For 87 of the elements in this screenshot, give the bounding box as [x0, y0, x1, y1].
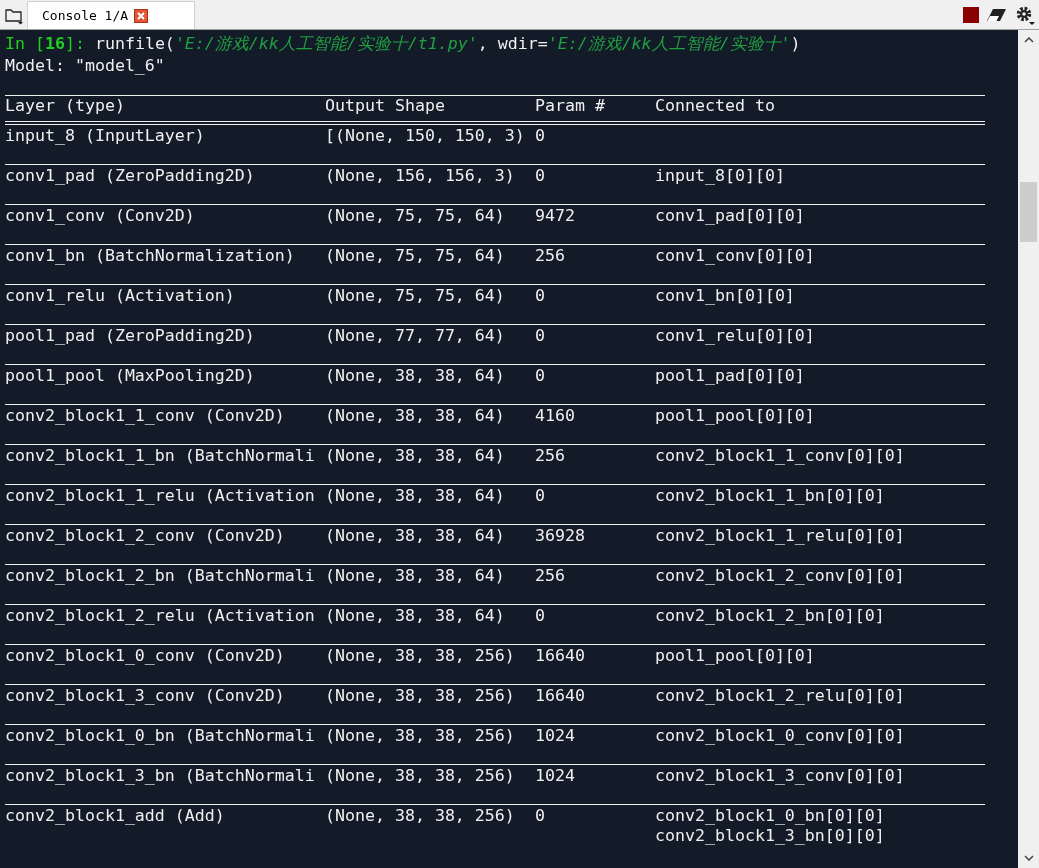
table-cell-text: (None, 38, 38, 256): [325, 766, 516, 786]
table-cell-text: 0: [535, 366, 546, 386]
console-tab[interactable]: Console 1/A: [27, 1, 195, 29]
table-cell-text: conv1_pad (ZeroPadding2D): [5, 166, 256, 186]
table-cell-text: conv2_block1_0_conv (Conv2D): [5, 646, 286, 666]
table-cell-text: (None, 38, 38, 64): [325, 606, 506, 626]
table-cell-text: conv2_block1_2_conv (Conv2D): [5, 526, 286, 546]
table-cell-text: (None, 38, 38, 64): [325, 566, 506, 586]
table-cell-text: 16640: [535, 646, 586, 666]
table-cell-text: input_8 (InputLayer): [5, 126, 206, 146]
table-cell-text: (None, 38, 38, 256): [325, 806, 516, 827]
table-cell-text: conv2_block1_3_bn (BatchNormali: [5, 766, 316, 786]
table-cell-text: (None, 38, 38, 64): [325, 406, 506, 426]
table-cell-text: (None, 38, 38, 64): [325, 526, 506, 546]
table-cell-text: conv2_block1_3_conv[0][0]: [655, 766, 906, 786]
table-cell-text: (None, 38, 38, 64): [325, 446, 506, 466]
table-cell-text: 9472: [535, 206, 576, 226]
column-header: Layer (type): [5, 96, 126, 116]
table-cell-text: 36928: [535, 526, 586, 546]
table-cell-text: 256: [535, 566, 566, 586]
table-cell-text: conv2_block1_2_relu (Activation: [5, 606, 316, 626]
table-cell-text: 256: [535, 246, 566, 266]
table-cell-text: conv2_block1_1_bn (BatchNormali: [5, 446, 316, 466]
table-cell-text: (None, 38, 38, 256): [325, 686, 516, 706]
table-cell-text: 0: [535, 806, 546, 827]
table-cell-text: (None, 38, 38, 64): [325, 366, 506, 386]
table-cell-text: pool1_pad[0][0]: [655, 366, 806, 386]
table-cell-text: 0: [535, 606, 546, 626]
output-text: Model: "model_6": [5, 56, 165, 75]
table-cell-text: 4160: [535, 406, 576, 426]
eraser-icon[interactable]: [987, 7, 1007, 22]
table-cell-text: 0: [535, 166, 546, 186]
table-cell-text: (None, 75, 75, 64): [325, 286, 506, 306]
table-cell-text: (None, 156, 156, 3): [325, 166, 516, 186]
table-cell-text: conv1_conv (Conv2D): [5, 206, 196, 226]
table-cell-text: conv2_block1_2_conv[0][0]: [655, 566, 906, 586]
table-cell-text: conv2_block1_2_relu[0][0]: [655, 686, 906, 706]
table-cell-text: 0: [535, 126, 546, 146]
table-cell-text: (None, 38, 38, 256): [325, 646, 516, 666]
scroll-down-icon[interactable]: [1023, 855, 1034, 861]
table-cell-text: conv2_block1_1_relu[0][0]: [655, 526, 906, 546]
table-cell-text: conv1_relu[0][0]: [655, 326, 816, 346]
column-header: Connected to: [655, 96, 776, 116]
table-cell-text: (None, 75, 75, 64): [325, 206, 506, 226]
table-cell-text: 0: [535, 326, 546, 346]
table-cell-text: conv2_block1_add (Add): [5, 806, 226, 827]
table-cell-text: 1024: [535, 726, 576, 746]
table-cell-text: conv1_bn (BatchNormalization): [5, 246, 296, 266]
table-cell-text: pool1_pool (MaxPooling2D): [5, 366, 256, 386]
table-cell-text: conv1_relu (Activation): [5, 286, 236, 306]
table-cell-text: 0: [535, 486, 546, 506]
table-cell-text: conv1_pad[0][0]: [655, 206, 806, 226]
close-icon[interactable]: [134, 8, 149, 23]
stop-icon[interactable]: [963, 6, 979, 23]
table-cell-text: [(None, 150, 150, 3): [325, 126, 526, 146]
table-cell-text: conv2_block1_2_bn[0][0]: [655, 606, 886, 626]
table-cell-text: conv2_block1_3_conv (Conv2D): [5, 686, 286, 706]
table-cell-text: 256: [535, 446, 566, 466]
table-cell-text: conv2_block1_1_relu (Activation: [5, 486, 316, 506]
table-cell-text: 0: [535, 286, 546, 306]
settings-icon[interactable]: [1015, 4, 1035, 25]
table-cell-text: pool1_pad (ZeroPadding2D): [5, 326, 256, 346]
table-cell-text: conv2_block1_3_bn[0][0]: [655, 826, 886, 846]
table-cell-text: (None, 38, 38, 256): [325, 726, 516, 746]
table-cell-text: conv1_conv[0][0]: [655, 246, 816, 266]
table-cell-text: (None, 75, 75, 64): [325, 246, 506, 266]
table-cell-text: conv1_bn[0][0]: [655, 286, 796, 306]
table-cell-text: (None, 38, 38, 64): [325, 486, 506, 506]
column-header: Param #: [535, 96, 606, 116]
code-line: runfile('E:/游戏/kk人工智能/实验十/t1.py', wdir='E:/游戏/kk人工智能/实验十'): [94, 34, 801, 53]
table-cell-text: conv2_block1_2_bn (BatchNormali: [5, 566, 316, 586]
table-cell-text: (None, 77, 77, 64): [325, 326, 506, 346]
table-cell-text: pool1_pool[0][0]: [655, 646, 816, 666]
prompt-label: In [16]:: [5, 34, 85, 53]
table-cell-text: 1024: [535, 766, 576, 786]
table-cell-text: conv2_block1_0_bn (BatchNormali: [5, 726, 316, 746]
table-cell-text: conv2_block1_1_bn[0][0]: [655, 486, 886, 506]
table-cell-text: conv2_block1_1_conv (Conv2D): [5, 406, 286, 426]
table-cell-text: conv2_block1_0_bn[0][0]: [655, 806, 886, 826]
table-cell-text: 16640: [535, 686, 586, 706]
table-cell-text: input_8[0][0]: [655, 166, 786, 186]
table-cell-text: pool1_pool[0][0]: [655, 406, 816, 426]
table-cell-text: conv2_block1_1_conv[0][0]: [655, 446, 906, 466]
scroll-up-icon[interactable]: [1023, 37, 1034, 43]
column-header: Output Shape: [325, 96, 446, 116]
table-cell-text: conv2_block1_0_conv[0][0]: [655, 726, 906, 746]
scrollbar-thumb[interactable]: [1020, 182, 1037, 242]
